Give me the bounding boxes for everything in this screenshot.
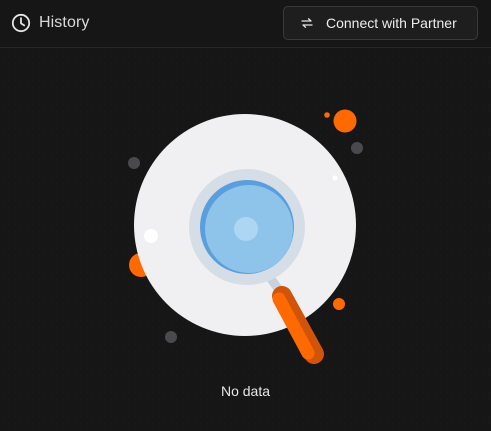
- bubble-decoration: [351, 142, 363, 154]
- clock-icon: [11, 13, 31, 33]
- bubble-decoration: [144, 229, 158, 243]
- connect-with-partner-button[interactable]: Connect with Partner: [283, 6, 478, 40]
- connect-button-label: Connect with Partner: [326, 15, 457, 31]
- bubble-decoration: [333, 109, 357, 133]
- bubble-decoration: [333, 298, 345, 310]
- bubble-decoration: [332, 175, 338, 181]
- bubble-decoration: [128, 157, 140, 169]
- page-title: History: [39, 14, 90, 31]
- empty-state-message: No data: [220, 383, 271, 399]
- history-panel: History Connect with Partner No data: [0, 0, 491, 431]
- empty-state-illustration: [128, 109, 363, 364]
- page-title-group: History: [11, 12, 89, 34]
- header-bar: History Connect with Partner: [0, 0, 491, 48]
- bubble-decoration: [165, 331, 177, 343]
- bubble-decoration: [324, 112, 330, 118]
- swap-arrows-icon: [301, 18, 313, 28]
